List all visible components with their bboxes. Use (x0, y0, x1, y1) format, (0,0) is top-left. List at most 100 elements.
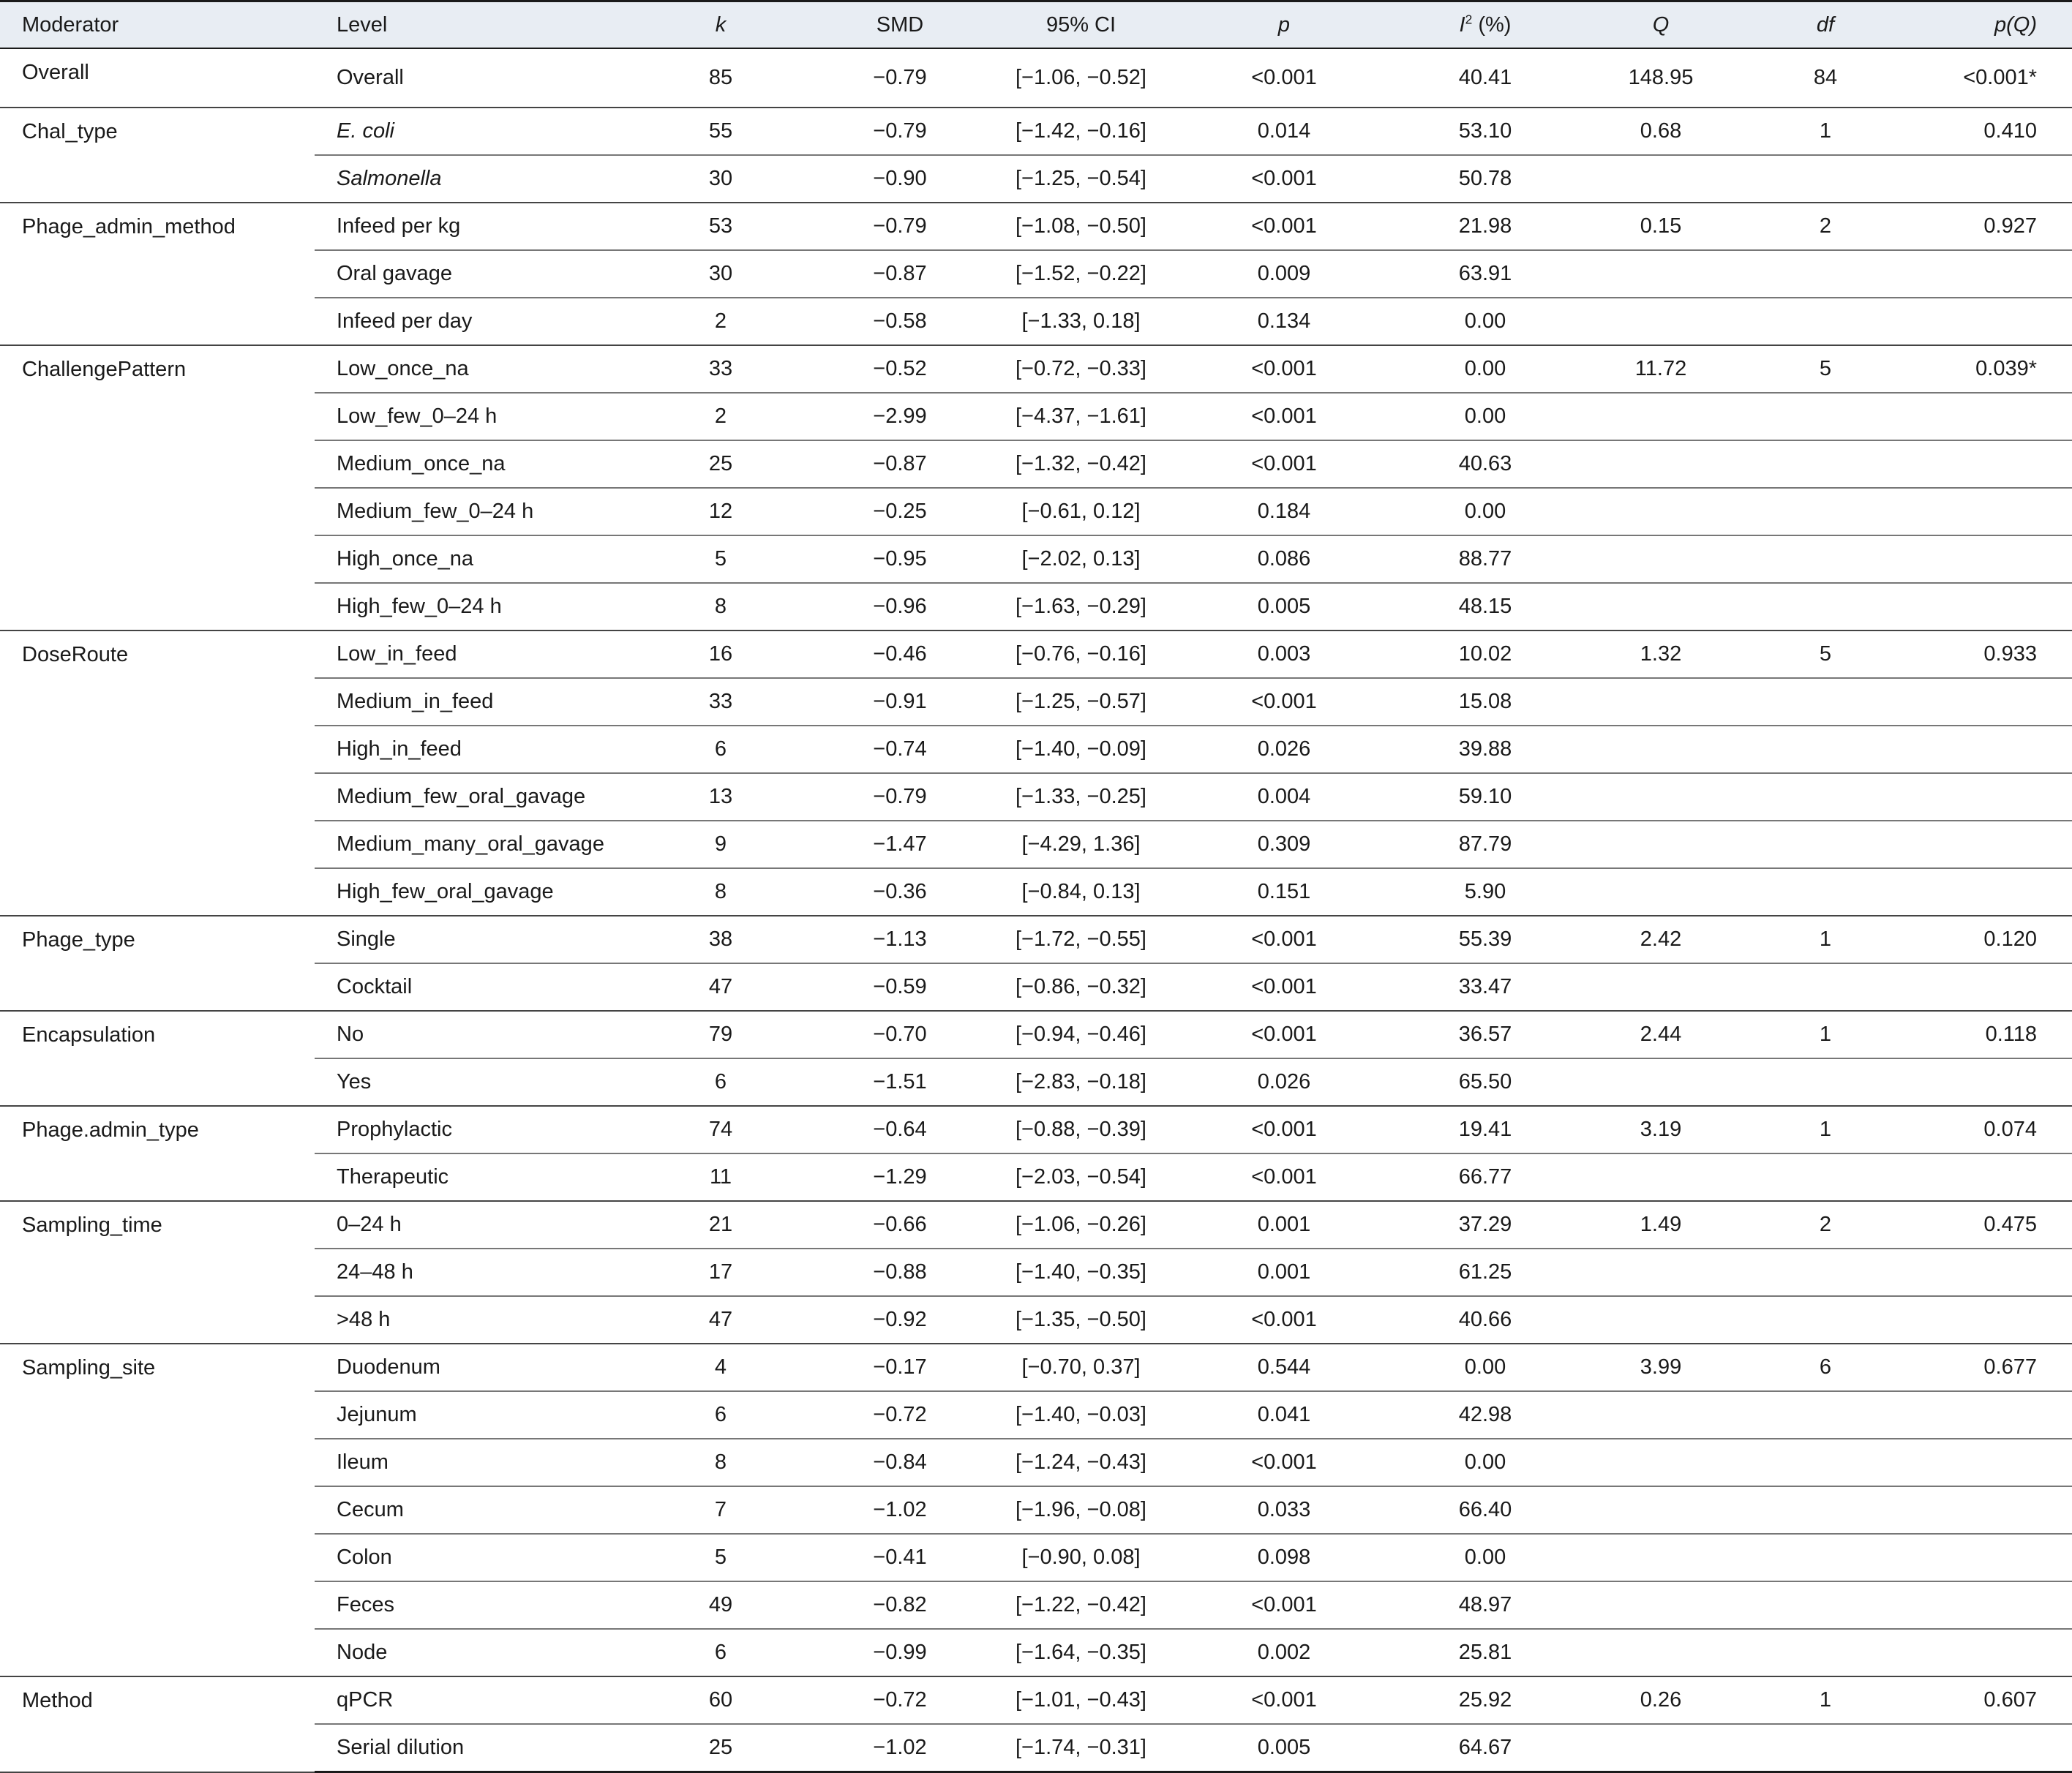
q-cell (1584, 582, 1738, 630)
i2-cell: 21.98 (1386, 202, 1584, 250)
p-cell: <0.001 (1251, 66, 1317, 89)
k-cell: 2 (622, 392, 819, 440)
df-cell (1738, 440, 1913, 488)
i2-cell: 0.00 (1386, 1438, 1584, 1486)
smd-cell: −0.70 (819, 1010, 980, 1058)
level-cell: Prophylactic (315, 1105, 622, 1153)
ci-cell: [−1.64, −0.35] (980, 1628, 1182, 1676)
smd-cell: −0.79 (819, 772, 980, 821)
level-cell: High_in_feed (315, 725, 622, 773)
table-body: Overall Overall 85 −0.79 [−1.06, −0.52] <0.00… (0, 48, 2072, 1773)
p-cell: 0.004 (1182, 772, 1386, 821)
k-cell: 12 (622, 487, 819, 535)
i2-cell: 39.88 (1386, 725, 1584, 773)
k-cell: 5 (622, 1533, 819, 1581)
k-cell: 53 (622, 202, 819, 250)
q-cell: 1.49 (1584, 1200, 1738, 1249)
p-cell: <0.001 (1182, 677, 1386, 726)
pq-cell (1913, 1248, 2072, 1296)
ci-cell: [−0.94, −0.46] (980, 1010, 1182, 1058)
k-cell: 30 (622, 249, 819, 298)
level-cell: Duodenum (315, 1343, 622, 1391)
df-cell (1738, 535, 1913, 583)
pq-cell (1913, 963, 2072, 1011)
p-cell: <0.001 (1182, 1010, 1386, 1058)
df-cell: 84 (1813, 66, 1838, 89)
pq-cell (1913, 297, 2072, 345)
df-cell (1738, 1628, 1913, 1676)
level-cell: Jejunum (315, 1390, 622, 1439)
pq-cell (1913, 1723, 2072, 1773)
df-cell (1738, 772, 1913, 821)
i2-cell: 50.78 (1386, 154, 1584, 203)
k-cell: 5 (622, 535, 819, 583)
i2-cell: 61.25 (1386, 1248, 1584, 1296)
p-cell: 0.544 (1182, 1343, 1386, 1391)
q-cell: 1.32 (1584, 630, 1738, 678)
smd-cell: −1.02 (819, 1486, 980, 1534)
p-cell: <0.001 (1182, 154, 1386, 203)
smd-cell: −0.84 (819, 1438, 980, 1486)
moderator-cell: Method (0, 1676, 315, 1773)
smd-cell: −1.51 (819, 1058, 980, 1106)
ci-cell: [−2.83, −0.18] (980, 1058, 1182, 1106)
q-cell (1584, 725, 1738, 773)
p-cell: 0.026 (1182, 725, 1386, 773)
header-p: p (1182, 0, 1386, 49)
pq-cell (1913, 1295, 2072, 1344)
pq-cell: <0.001* (1963, 66, 2037, 89)
i2-cell: 19.41 (1386, 1105, 1584, 1153)
ci-cell: [−1.96, −0.08] (980, 1486, 1182, 1534)
ci-cell: [−1.01, −0.43] (980, 1676, 1182, 1724)
k-cell: 6 (622, 1390, 819, 1439)
p-cell: 0.151 (1182, 867, 1386, 916)
level-cell: Serial dilution (315, 1723, 622, 1773)
df-cell (1738, 487, 1913, 535)
df-cell (1738, 725, 1913, 773)
df-cell (1738, 1723, 1913, 1773)
df-cell: 5 (1738, 630, 1913, 678)
q-cell (1584, 1295, 1738, 1344)
i2-cell: 40.63 (1386, 440, 1584, 488)
level-cell: Node (315, 1628, 622, 1676)
smd-cell: −0.59 (819, 963, 980, 1011)
ci-cell: [−1.63, −0.29] (980, 582, 1182, 630)
i2-cell: 40.66 (1386, 1295, 1584, 1344)
header-i2-unit: (%) (1472, 12, 1512, 37)
ci-cell: [−1.06, −0.26] (980, 1200, 1182, 1249)
ci-cell: [−1.40, −0.35] (980, 1248, 1182, 1296)
pq-cell (1913, 677, 2072, 726)
moderator-cell: ChallengePattern (0, 345, 315, 631)
df-cell: 1 (1738, 1676, 1913, 1724)
ci-cell: [−1.06, −0.52] (1016, 66, 1146, 89)
smd-cell: −2.99 (819, 392, 980, 440)
ci-cell: [−2.02, 0.13] (980, 535, 1182, 583)
df-cell: 2 (1738, 1200, 1913, 1249)
smd-cell: −0.58 (819, 297, 980, 345)
i2-cell: 55.39 (1386, 915, 1584, 963)
moderator-cell: Sampling_time (0, 1200, 315, 1344)
level-cell: Therapeutic (315, 1153, 622, 1201)
level-cell: Infeed per kg (315, 202, 622, 250)
table-row: Phage_type Single 38 −1.13 [−1.72, −0.55] <0.… (0, 915, 2072, 1012)
smd-cell: −0.41 (819, 1533, 980, 1581)
q-cell (1584, 1628, 1738, 1676)
level-cell: qPCR (315, 1676, 622, 1724)
smd-cell: −0.74 (819, 725, 980, 773)
table-row: Sampling_time 0–24 h 21 −0.66 [−1.06, −0.26]… (0, 1200, 2072, 1344)
k-cell: 6 (622, 725, 819, 773)
pq-cell: 0.677 (1913, 1343, 2072, 1391)
p-cell: <0.001 (1182, 1581, 1386, 1629)
pq-cell (1913, 1153, 2072, 1201)
df-cell (1738, 1153, 1913, 1201)
q-cell: 2.42 (1584, 915, 1738, 963)
k-cell: 7 (622, 1486, 819, 1534)
i2-cell: 25.92 (1386, 1676, 1584, 1724)
df-cell (1738, 1248, 1913, 1296)
df-cell: 5 (1738, 345, 1913, 393)
smd-cell: −0.72 (819, 1390, 980, 1439)
smd-cell: −0.96 (819, 582, 980, 630)
i2-cell: 10.02 (1386, 630, 1584, 678)
k-cell: 79 (622, 1010, 819, 1058)
p-cell: 0.001 (1182, 1248, 1386, 1296)
